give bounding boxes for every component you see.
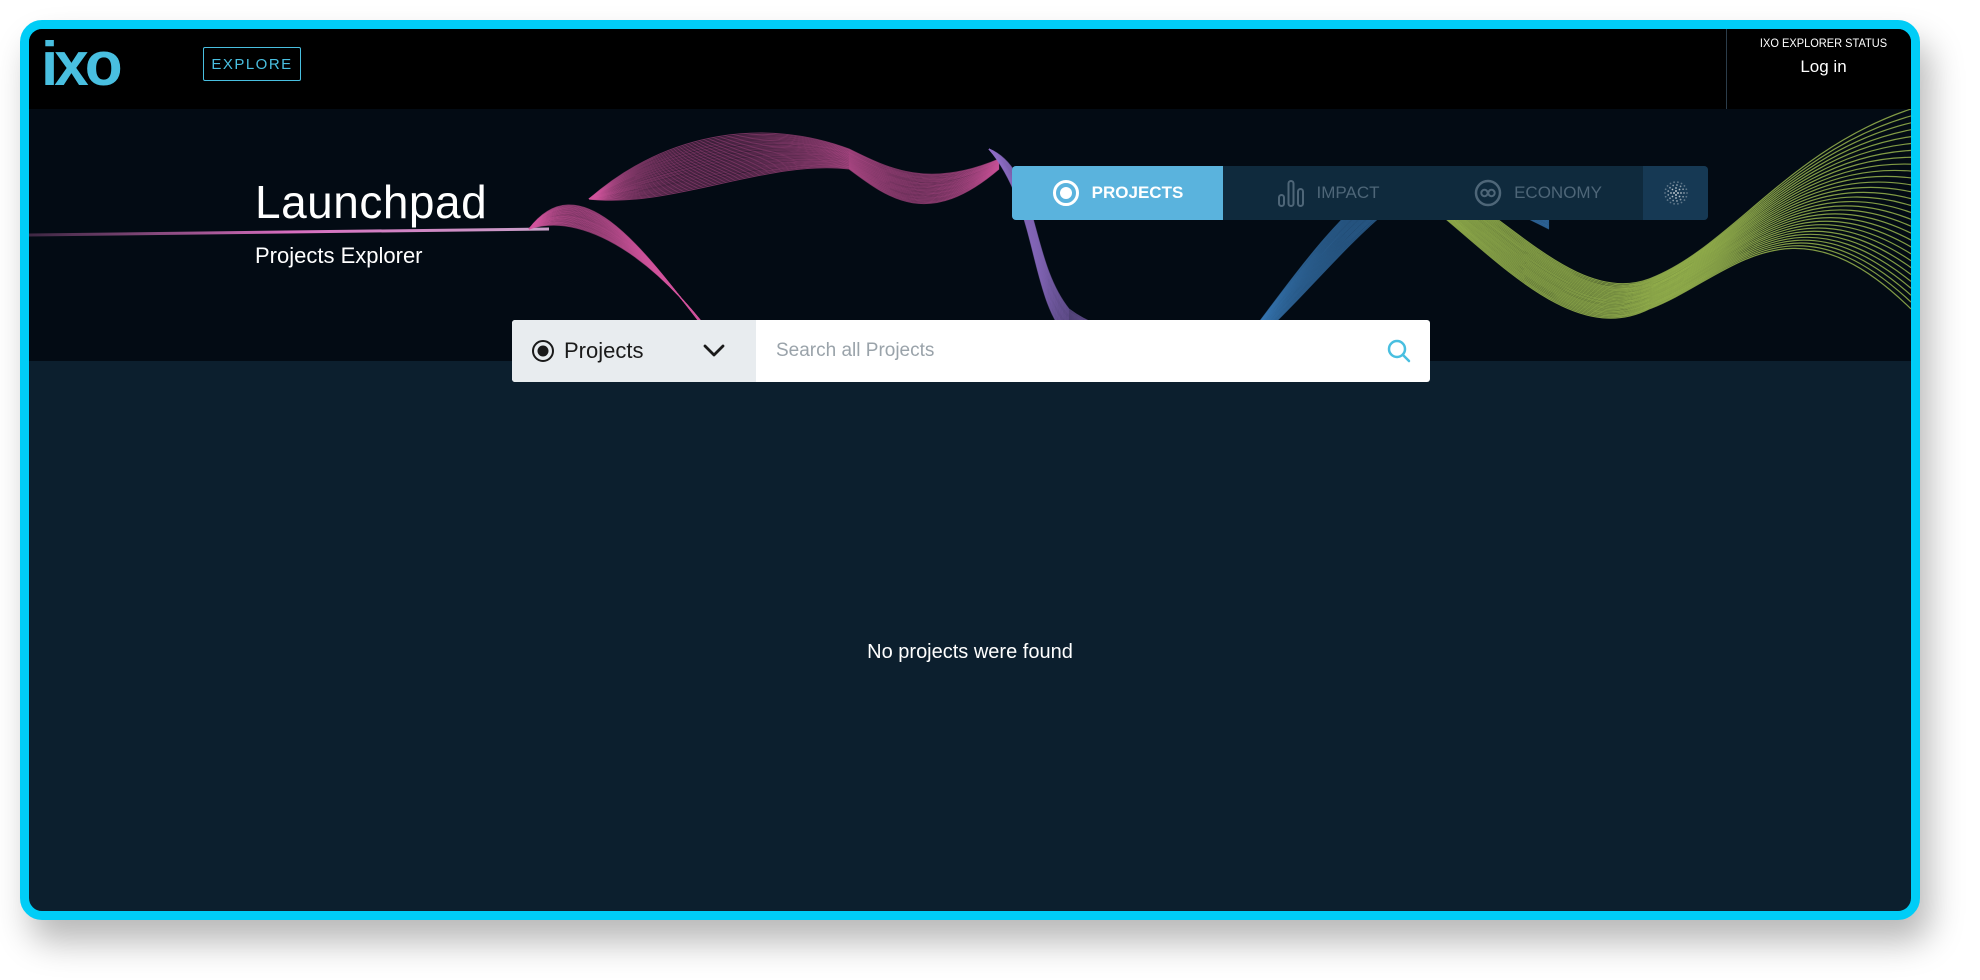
projects-icon [1052,180,1079,206]
login-link[interactable]: Log in [1727,57,1911,77]
entity-type-dropdown[interactable]: Projects [512,320,756,382]
tab-projects[interactable]: PROJECTS [1012,166,1223,220]
network-dot [1663,192,1666,194]
network-dot [1672,192,1675,194]
network-dot [1674,194,1677,196]
network-dot [1671,184,1674,187]
page-subtitle: Projects Explorer [255,243,423,268]
projects-icon [532,340,554,362]
network-dot [1681,188,1684,191]
network-dot [1672,202,1675,205]
network-icon [1663,181,1688,205]
network-dot [1685,192,1688,194]
tab-economy[interactable]: ECONOMY [1433,166,1643,220]
network-dot [1683,199,1685,201]
explorer-tabs: PROJECTS IMPACT ECONOMY [1012,166,1708,220]
network-dot [1679,198,1681,201]
ixo-logo[interactable]: ixo [41,35,137,91]
network-dot [1676,181,1679,184]
network-dot [1674,197,1677,199]
impact-icon [1277,180,1304,207]
explorer-status-panel: IXO EXPLORER STATUS Log in [1726,29,1911,109]
network-dot [1678,188,1680,191]
network-dot [1664,195,1667,198]
network-dot [1675,200,1678,202]
network-dot [1678,195,1680,198]
network-dot [1679,192,1682,194]
network-dot [1682,192,1685,194]
search-input[interactable] [756,320,1368,382]
explore-button[interactable]: EXPLORE [203,47,301,81]
network-dot [1675,184,1678,186]
search-icon [1387,339,1411,363]
network-dot [1679,185,1681,188]
network-dot [1683,185,1685,187]
network-dot [1674,190,1677,192]
empty-results-message: No projects were found [867,641,1073,663]
network-dot [1684,195,1687,198]
network-dot [1668,186,1671,189]
network-dot [1674,187,1677,189]
network-dot [1668,197,1671,200]
network-dot [1671,188,1673,191]
network-dot [1680,201,1682,204]
network-dot [1672,181,1675,184]
economy-icon [1474,179,1502,207]
network-dot [1676,202,1679,205]
top-navbar: ixo EXPLORE IXO EXPLORER STATUS Log in [29,29,1911,109]
chevron-down-icon [703,344,725,357]
network-dot [1664,188,1667,191]
network-dot [1666,190,1669,192]
tab-label: PROJECTS [1091,183,1184,202]
network-dot [1680,182,1682,185]
app-window: ixo EXPLORE IXO EXPLORER STATUS Log in L… [20,20,1920,920]
network-dot [1666,185,1668,187]
tab-label: IMPACT [1316,183,1380,202]
svg-text:ixo: ixo [41,35,121,91]
network-dot [1681,195,1684,198]
network-dot [1669,201,1671,204]
search-bar: Projects [512,320,1430,382]
tab-impact[interactable]: IMPACT [1223,166,1433,220]
search-button[interactable] [1368,320,1430,382]
tab-label: ECONOMY [1514,183,1602,202]
network-dot [1671,199,1674,202]
page-title: Launchpad [255,176,488,228]
network-dot [1669,192,1672,194]
network-dot [1676,192,1679,194]
network-dot [1684,188,1687,191]
network-dot [1671,195,1673,198]
network-dot [1666,194,1669,196]
network-dot [1666,199,1668,201]
explorer-status-label: IXO EXPLORER STATUS [1759,36,1888,50]
entity-type-label: Projects [564,338,644,363]
tab-network[interactable] [1643,166,1708,220]
network-dot [1669,182,1671,185]
